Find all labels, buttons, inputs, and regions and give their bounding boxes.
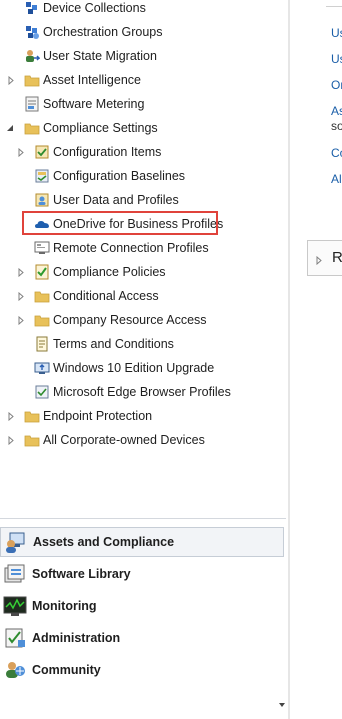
content-subtext: so	[331, 119, 342, 133]
workspace-monitoring[interactable]: Monitoring	[0, 591, 284, 621]
tree-item-user-data-profiles[interactable]: User Data and Profiles	[0, 189, 288, 211]
tree-item-configuration-items[interactable]: Configuration Items	[0, 141, 288, 163]
tree-item-label: User State Migration	[43, 49, 157, 63]
assets-compliance-icon	[4, 530, 28, 554]
tree-item-label: Remote Connection Profiles	[53, 241, 209, 255]
folder-icon	[24, 72, 40, 88]
tree-item-compliance-policies[interactable]: Compliance Policies	[0, 261, 288, 283]
tree-item-asset-intelligence[interactable]: Asset Intelligence	[0, 69, 288, 91]
tree-item-label: Compliance Settings	[43, 121, 158, 135]
workspace-label: Assets and Compliance	[33, 535, 175, 549]
workspace-community[interactable]: Community	[0, 655, 284, 685]
tree-item-user-state-migration[interactable]: User State Migration	[0, 45, 288, 67]
content-link[interactable]: Us	[331, 26, 342, 40]
tree-item-orchestration-groups[interactable]: Orchestration Groups	[0, 21, 288, 43]
workspace-assets-compliance[interactable]: Assets and Compliance	[0, 527, 284, 557]
tree-item-label: All Corporate-owned Devices	[43, 433, 205, 447]
software-library-icon	[3, 562, 27, 586]
edge-profile-icon	[34, 384, 50, 400]
tree-item-label: Windows 10 Edition Upgrade	[53, 361, 215, 375]
tree-item-label: User Data and Profiles	[53, 193, 179, 207]
workspace-label: Community	[32, 663, 101, 677]
content-link[interactable]: Or	[331, 78, 342, 92]
workspace-switcher: Assets and Compliance Software Library M…	[0, 524, 286, 719]
software-metering-icon	[24, 96, 40, 112]
compliance-policies-icon	[34, 264, 50, 280]
expand-arrow-icon[interactable]	[17, 267, 25, 277]
folder-icon	[24, 408, 40, 424]
expand-arrow-icon[interactable]	[17, 315, 25, 325]
navigation-pane: Device Collections Orchestration Groups …	[0, 0, 288, 719]
tree-item-edge-browser-profiles[interactable]: Microsoft Edge Browser Profiles	[0, 381, 288, 403]
expand-arrow-icon	[316, 254, 322, 268]
tree-item-company-resource-access[interactable]: Company Resource Access	[0, 309, 288, 331]
section-label: R	[332, 249, 342, 266]
tree-item-label: Configuration Items	[53, 145, 162, 159]
folder-icon	[24, 120, 40, 136]
user-state-migration-icon	[24, 48, 41, 64]
workspace-label: Monitoring	[32, 599, 97, 613]
expand-arrow-icon[interactable]	[7, 411, 15, 421]
expand-arrow-icon[interactable]	[17, 291, 25, 301]
content-link[interactable]: As	[331, 104, 342, 118]
tree-item-label: Conditional Access	[53, 289, 159, 303]
device-collections-icon	[24, 0, 40, 16]
pane-splitter[interactable]	[0, 518, 286, 519]
remote-connection-icon	[34, 240, 50, 256]
tree-item-label: Terms and Conditions	[53, 337, 174, 351]
orchestration-groups-icon	[24, 24, 40, 40]
collapsed-section[interactable]: R	[307, 240, 342, 276]
tree-item-software-metering[interactable]: Software Metering	[0, 93, 288, 115]
tree-item-label: Compliance Policies	[53, 265, 166, 279]
tree-item-label: Orchestration Groups	[43, 25, 163, 39]
tree-item-endpoint-protection[interactable]: Endpoint Protection	[0, 405, 288, 427]
folder-icon	[34, 288, 50, 304]
content-pane: Us Us Or As so Co Al R	[290, 0, 342, 719]
tree-item-label: Asset Intelligence	[43, 73, 141, 87]
tree-item-label: Company Resource Access	[53, 313, 207, 327]
tree-item-windows-edition-upgrade[interactable]: Windows 10 Edition Upgrade	[0, 357, 288, 379]
tree-item-remote-connection-profiles[interactable]: Remote Connection Profiles	[0, 237, 288, 259]
community-icon	[3, 658, 27, 682]
tree-item-configuration-baselines[interactable]: Configuration Baselines	[0, 165, 288, 187]
terms-document-icon	[34, 336, 50, 352]
tree-item-label: Endpoint Protection	[43, 409, 153, 423]
workspace-label: Software Library	[32, 567, 131, 581]
configuration-items-icon	[34, 144, 50, 160]
content-link[interactable]: Al	[331, 172, 342, 186]
workspace-software-library[interactable]: Software Library	[0, 559, 284, 589]
folder-icon	[34, 312, 50, 328]
highlight-annotation-box	[22, 211, 218, 235]
tree-item-conditional-access[interactable]: Conditional Access	[0, 285, 288, 307]
expand-arrow-icon[interactable]	[17, 147, 25, 157]
tree-item-compliance-settings[interactable]: Compliance Settings	[0, 117, 288, 139]
chevron-down-icon[interactable]	[278, 697, 286, 707]
monitoring-icon	[3, 594, 27, 618]
tree-item-label: Configuration Baselines	[53, 169, 186, 183]
tree-item-terms-conditions[interactable]: Terms and Conditions	[0, 333, 288, 355]
expand-arrow-icon[interactable]	[7, 435, 15, 445]
user-data-profiles-icon	[34, 192, 50, 208]
tree-item-corporate-owned-devices[interactable]: All Corporate-owned Devices	[0, 429, 288, 451]
collapse-arrow-icon[interactable]	[6, 123, 14, 133]
folder-icon	[24, 432, 40, 448]
tree-item-label: Device Collections	[43, 1, 146, 15]
tree-item-label: Software Metering	[43, 97, 145, 111]
tree-item-label: Microsoft Edge Browser Profiles	[53, 385, 231, 399]
expand-arrow-icon[interactable]	[7, 75, 15, 85]
workspace-administration[interactable]: Administration	[0, 623, 284, 653]
edition-upgrade-icon	[34, 360, 50, 376]
configuration-baselines-icon	[34, 168, 50, 184]
header-divider	[326, 6, 342, 7]
content-link[interactable]: Co	[331, 146, 342, 160]
tree-item-device-collections[interactable]: Device Collections	[0, 0, 288, 19]
workspace-label: Administration	[32, 631, 121, 645]
administration-icon	[3, 626, 27, 650]
content-link[interactable]: Us	[331, 52, 342, 66]
